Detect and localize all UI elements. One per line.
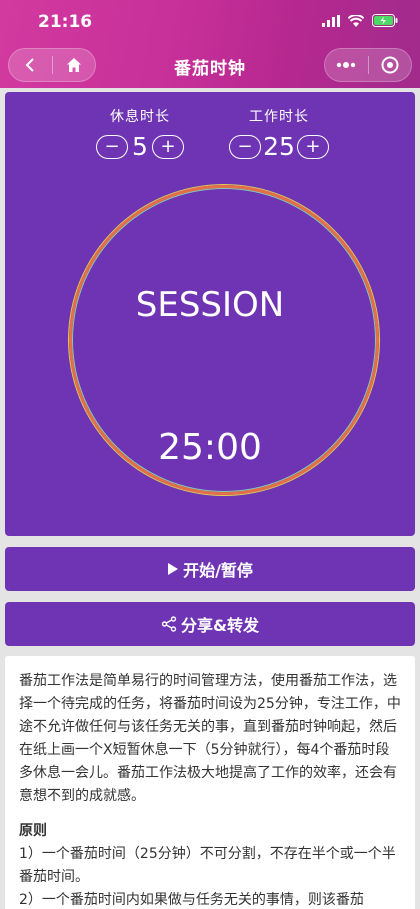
work-length-label: 工作时长 — [249, 109, 309, 125]
work-length-controls: − 25 + — [204, 132, 354, 161]
share-label: 分享&转发 — [181, 616, 259, 635]
status-bar: 21:16 — [0, 0, 420, 44]
break-length-label: 休息时长 — [110, 109, 170, 125]
home-button[interactable] — [53, 49, 96, 81]
page-title: 番茄时钟 — [174, 59, 246, 79]
break-length-controls: − 5 + — [65, 132, 215, 161]
start-pause-label: 开始/暂停 — [183, 561, 253, 580]
status-time: 21:16 — [38, 12, 93, 32]
more-button[interactable] — [325, 49, 368, 81]
break-length-value: 5 — [132, 132, 148, 161]
status-icons — [322, 14, 398, 27]
description-intro: 番茄工作法是简单易行的时间管理方法，使用番茄工作法，选择一个待完成的任务，将番茄… — [19, 673, 401, 804]
target-icon — [381, 56, 399, 74]
timer-card: 休息时长 − 5 + 工作时长 − 25 + SESSION 25:00 — [5, 92, 415, 536]
principle-item: 2）一个番茄时间内如果做与任务无关的事情，则该番茄 — [19, 892, 364, 908]
description-card: 番茄工作法是简单易行的时间管理方法，使用番茄工作法，选择一个待完成的任务，将番茄… — [5, 656, 415, 909]
work-length-value: 25 — [263, 132, 295, 161]
principle-item: 1）一个番茄时间（25分钟）不可分割，不存在半个或一个半番茄时间。 — [19, 846, 396, 885]
app-header: 21:16 番茄时钟 — [0, 0, 420, 88]
share-button[interactable]: 分享&转发 — [5, 602, 415, 646]
break-length-setting: 休息时长 − 5 + — [65, 106, 215, 161]
session-label: SESSION — [135, 285, 285, 325]
close-miniapp-button[interactable] — [369, 49, 412, 81]
session-time: 25:00 — [158, 427, 262, 468]
battery-icon — [372, 14, 398, 27]
nav-left-capsule — [8, 48, 96, 82]
principles-heading: 原则 — [19, 823, 47, 839]
work-decrement-button[interactable]: − — [229, 134, 262, 159]
start-pause-button[interactable]: 开始/暂停 — [5, 547, 415, 591]
play-icon — [168, 563, 179, 575]
share-icon — [161, 616, 177, 632]
home-icon — [66, 58, 81, 72]
break-increment-button[interactable]: + — [152, 134, 184, 159]
more-dots-icon — [337, 62, 356, 68]
work-length-setting: 工作时长 − 25 + — [204, 106, 354, 161]
signal-icon — [322, 14, 340, 27]
break-decrement-button[interactable]: − — [96, 134, 128, 159]
work-increment-button[interactable]: + — [296, 134, 329, 159]
wifi-icon — [348, 14, 364, 27]
chevron-left-icon — [25, 58, 34, 72]
nav-right-capsule — [324, 48, 412, 82]
back-button[interactable] — [9, 49, 52, 81]
